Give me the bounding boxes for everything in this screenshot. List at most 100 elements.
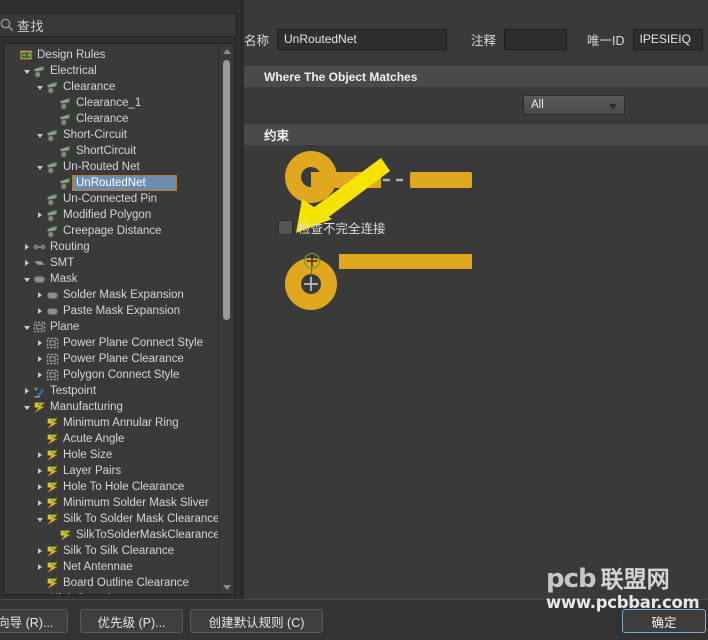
tree-item-power-plane-clearance[interactable]: Power Plane Clearance [4,351,219,367]
tree-item-smt[interactable]: SMT [4,255,219,271]
chevron-down-icon[interactable] [34,511,45,527]
chevron-right-icon[interactable] [34,351,45,367]
manufacturing-icon [45,480,60,494]
rule-fields-row: 名称 UnRoutedNet 注释 唯一ID IPESIEIQ [244,26,708,52]
chevron-down-icon[interactable] [21,399,32,415]
rules-tree[interactable]: Design Rules Electrical Clearance Clearance… [3,43,235,595]
tree-item-clearance[interactable]: Clearance [4,79,219,95]
tree-item-layer-pairs[interactable]: Layer Pairs [4,463,219,479]
scroll-up-button[interactable] [219,44,234,58]
priority-button[interactable]: 优先级 (P)... [80,609,183,633]
chevron-right-icon[interactable] [34,367,45,383]
chevron-down-icon[interactable] [21,271,32,287]
tree-item-silk-to-silk-clearance[interactable]: Silk To Silk Clearance [4,543,219,559]
tree-item-electrical[interactable]: Electrical [4,63,219,79]
rule-comment-input[interactable] [504,28,568,50]
chevron-down-icon[interactable] [34,159,45,175]
unique-id-input[interactable]: IPESIEIQ [632,28,703,50]
tree-item-clearance[interactable]: Clearance [4,111,219,127]
tree-item-label: Creepage Distance [63,225,162,237]
tree-item-minimum-annular-ring[interactable]: Minimum Annular Ring [4,415,219,431]
tree-item-manufacturing[interactable]: Manufacturing [4,399,219,415]
tree-item-un-routed-net[interactable]: Un-Routed Net [4,159,219,175]
tree-item-label: Manufacturing [50,401,123,413]
ok-button[interactable]: 确定 [622,609,706,633]
scroll-down-button[interactable] [219,580,234,594]
tree-item-plane[interactable]: Plane [4,319,219,335]
tree-item-power-plane-connect-style[interactable]: Power Plane Connect Style [4,335,219,351]
create-default-rules-button[interactable]: 创建默认规则 (C) [190,609,323,633]
chevron-down-icon[interactable] [21,63,32,79]
rule-editor-panel: 名称 UnRoutedNet 注释 唯一ID IPESIEIQ Where Th… [244,0,708,600]
chevron-down-icon[interactable] [34,79,45,95]
check-incomplete-connection-row[interactable]: 检查不完全连接 [278,218,386,237]
tree-item-testpoint[interactable]: Testpoint [4,383,219,399]
rule-name-input[interactable]: UnRoutedNet [277,28,448,50]
tree-item-short-circuit[interactable]: Short-Circuit [4,127,219,143]
chevron-right-icon[interactable] [34,287,45,303]
tree-item-minimum-solder-mask-sliver[interactable]: Minimum Solder Mask Sliver [4,495,219,511]
tree-item-label: Un-Routed Net [63,161,140,173]
tree-item-mask[interactable]: Mask [4,271,219,287]
tree-item-net-antennae[interactable]: Net Antennae [4,559,219,575]
tree-item-routing[interactable]: Routing [4,239,219,255]
chevron-right-icon[interactable] [34,543,45,559]
tree-item-label: SMT [50,257,75,269]
tree-item-creepage-distance[interactable]: Creepage Distance [4,223,219,239]
chevron-right-icon[interactable] [34,207,45,223]
tree-item-silk-to-solder-mask-clearance[interactable]: Silk To Solder Mask Clearance [4,511,219,527]
tree-item-un-connected-pin[interactable]: Un-Connected Pin [4,191,219,207]
tree-item-paste-mask-expansion[interactable]: Paste Mask Expansion [4,303,219,319]
tree-scrollbar[interactable] [218,44,234,594]
tree-item-high-speed[interactable]: High Speed [4,591,219,594]
tree-item-label: Net Antennae [63,561,133,573]
search-input[interactable]: 查找 [0,13,237,37]
chevron-right-icon[interactable] [21,239,32,255]
tree-item-label: Minimum Annular Ring [63,417,179,429]
manufacturing-icon [45,512,60,526]
tree-item-board-outline-clearance[interactable]: Board Outline Clearance [4,575,219,591]
highspeed-icon [32,592,47,594]
chevron-down-icon[interactable] [34,127,45,143]
tree-item-solder-mask-expansion[interactable]: Solder Mask Expansion [4,287,219,303]
tree-item-acute-angle[interactable]: Acute Angle [4,431,219,447]
rule-wizard-button[interactable]: 则向导 (R)... [0,609,68,633]
manufacturing-icon [45,544,60,558]
electrical-rule-icon [45,192,60,206]
tree-item-label: Power Plane Clearance [63,353,184,365]
tree-item-label: Un-Connected Pin [63,193,157,205]
tree-item-label: Acute Angle [63,433,125,445]
manufacturing-icon [45,496,60,510]
scope-dropdown[interactable]: All [523,95,625,115]
chevron-right-icon[interactable] [21,255,32,271]
tree-item-clearance-1[interactable]: Clearance_1 [4,95,219,111]
chevron-right-icon[interactable] [34,303,45,319]
tree-item-hole-to-hole-clearance[interactable]: Hole To Hole Clearance [4,479,219,495]
chevron-right-icon[interactable] [34,463,45,479]
check-incomplete-connection-checkbox[interactable] [278,220,293,235]
mask-icon [45,288,60,302]
tree-item-unroutednet[interactable]: UnRoutedNet [4,175,219,191]
tree-item-hole-size[interactable]: Hole Size [4,447,219,463]
tree-item-polygon-connect-style[interactable]: Polygon Connect Style [4,367,219,383]
chevron-right-icon[interactable] [21,591,32,594]
scrollbar-thumb[interactable] [223,60,230,320]
chevron-down-icon[interactable] [21,319,32,335]
tree-item-shortcircuit[interactable]: ShortCircuit [4,143,219,159]
electrical-rule-icon [45,208,60,222]
chevron-right-icon[interactable] [21,383,32,399]
chevron-right-icon[interactable] [34,447,45,463]
chevron-right-icon[interactable] [34,335,45,351]
incomplete-connection-illustration [285,252,472,310]
check-incomplete-connection-label: 检查不完全连接 [298,222,386,236]
chevron-right-icon[interactable] [34,495,45,511]
tree-item-design-rules[interactable]: Design Rules [4,47,219,63]
tree-item-modified-polygon[interactable]: Modified Polygon [4,207,219,223]
tree-item-silktosoldermaskclearance[interactable]: SilkToSolderMaskClearance [4,527,220,543]
tree-item-label: Plane [50,321,80,333]
chevron-right-icon[interactable] [34,559,45,575]
chevron-right-icon[interactable] [34,479,45,495]
search-placeholder-text: 查找 [17,18,45,34]
